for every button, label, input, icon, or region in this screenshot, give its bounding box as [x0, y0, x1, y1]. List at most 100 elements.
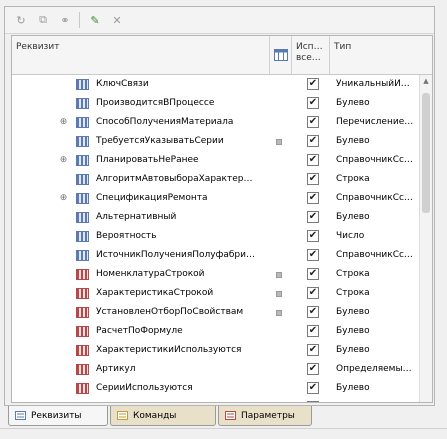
table-row[interactable]: СерииИспользуются ✔ Булево	[12, 379, 432, 398]
use-checkbox[interactable]: ✔	[307, 268, 319, 280]
table-row[interactable]: ИсточникПолученияПолуфабри… ✔ СправочникСс…	[12, 246, 432, 265]
attribute-name: СерииИспользуются	[96, 383, 193, 393]
attribute-type: УникальныйИ…	[336, 79, 410, 89]
attribute-icon	[76, 364, 89, 375]
attribute-icon	[76, 269, 89, 280]
attribute-icon	[76, 307, 89, 318]
attribute-icon	[76, 79, 89, 90]
table-row[interactable]: КлючСвязи ✔ УникальныйИ…	[12, 75, 432, 94]
attribute-name: РасчетПоФормуле	[96, 326, 183, 336]
column-header-use-line2: все…	[296, 53, 321, 63]
use-checkbox[interactable]: ✔	[307, 306, 319, 318]
attribute-type: Булево	[336, 383, 370, 393]
toolbar-separator	[79, 12, 80, 28]
use-checkbox[interactable]: ✔	[307, 97, 319, 109]
table-row[interactable]: ТребуетсяУказыватьСерии ✔ Булево	[12, 132, 432, 151]
table-row[interactable]: УстановленОтборПоСвойствам ✔ Булево	[12, 303, 432, 322]
attributes-table: Реквизит Исп… все… Тип КлючСвязи ✔ Уникаль…	[11, 35, 433, 403]
attribute-icon	[76, 155, 89, 166]
attribute-type: СправочникСс…	[336, 193, 413, 203]
column-header-use-line1: Исп…	[296, 42, 323, 52]
attribute-type: Строка	[336, 269, 370, 279]
table-row[interactable]: ХарактеристикиИспользуются ✔ Булево	[12, 341, 432, 360]
table-row[interactable]: Артикул ✔ Определяемы…	[12, 360, 432, 379]
attribute-name: ПроизводитсяНаСтороне	[96, 398, 282, 402]
attribute-type: Строка	[336, 174, 370, 184]
attribute-type: Строка	[336, 288, 370, 298]
tab-parameters[interactable]: Параметры	[218, 406, 312, 426]
attribute-name: Вероятность	[96, 231, 157, 241]
table-row[interactable]: ⊕ СпецификацияРемонта ✔ СправочникСс…	[12, 189, 432, 208]
table-row[interactable]: АлгоритмАвтовыбораХарактер… ✔ Строка	[12, 170, 432, 189]
use-checkbox[interactable]: ✔	[307, 154, 319, 166]
column-header-type[interactable]: Тип	[330, 36, 432, 74]
copy-icon[interactable]: ⧉	[35, 12, 51, 28]
mark-icon	[276, 291, 282, 297]
attribute-icon	[76, 326, 89, 337]
table-row[interactable]: РасчетПоФормуле ✔ Булево	[12, 322, 432, 341]
expand-icon[interactable]: ⊕	[59, 194, 68, 203]
use-checkbox[interactable]: ✔	[307, 135, 319, 147]
use-checkbox[interactable]: ✔	[307, 287, 319, 299]
attribute-type: Булево	[336, 212, 370, 222]
attribute-type: Булево	[336, 307, 370, 317]
use-checkbox[interactable]: ✔	[307, 211, 319, 223]
use-checkbox[interactable]: ✔	[307, 363, 319, 375]
use-checkbox[interactable]: ✔	[307, 192, 319, 204]
use-checkbox[interactable]: ✔	[307, 116, 319, 128]
use-checkbox[interactable]: ✔	[307, 230, 319, 242]
tab-label: Параметры	[241, 411, 295, 421]
attribute-type: Булево	[336, 326, 370, 336]
column-header-use[interactable]: Исп… все…	[292, 36, 330, 74]
attribute-name: Артикул	[96, 364, 136, 374]
commands-icon	[117, 411, 128, 420]
table-row[interactable]: ПроизводитсяНаСтороне ✔ Булево	[12, 398, 432, 403]
table-row[interactable]: ХарактеристикаСтрокой ✔ Строка	[12, 284, 432, 303]
use-checkbox[interactable]: ✔	[307, 344, 319, 356]
attribute-icon	[76, 402, 89, 403]
attribute-type: СправочникСс…	[336, 155, 413, 165]
table-row[interactable]: НоменклатураСтрокой ✔ Строка	[12, 265, 432, 284]
scroll-up-icon[interactable]: ▲	[422, 77, 430, 85]
pencil-icon[interactable]: ✎	[87, 12, 103, 28]
attribute-name: АлгоритмАвтовыбораХарактер…	[96, 174, 253, 184]
column-header-type-label: Тип	[334, 42, 352, 52]
attribute-type: Определяемы…	[336, 364, 412, 374]
use-checkbox[interactable]: ✔	[307, 382, 319, 394]
use-checkbox[interactable]: ✔	[307, 249, 319, 261]
tab-attributes[interactable]: Реквизиты	[8, 406, 108, 426]
column-header-icon[interactable]	[270, 36, 292, 74]
expand-icon[interactable]: ⊕	[59, 156, 68, 165]
tab-label: Команды	[133, 411, 177, 421]
table-row[interactable]: ⊕ ПланироватьНеРанее ✔ СправочникСс…	[12, 151, 432, 170]
use-checkbox[interactable]: ✔	[307, 325, 319, 337]
table-row[interactable]: Вероятность ✔ Число	[12, 227, 432, 246]
mark-icon	[276, 139, 282, 145]
attribute-type: Булево	[336, 136, 370, 146]
attribute-name: Альтернативный	[96, 212, 177, 222]
use-checkbox[interactable]: ✔	[307, 173, 319, 185]
attribute-icon	[76, 212, 89, 223]
tab-commands[interactable]: Команды	[110, 406, 216, 426]
table-row[interactable]: Альтернативный ✔ Булево	[12, 208, 432, 227]
attribute-type: СправочникСс…	[336, 250, 413, 260]
restore-icon[interactable]: ↻	[13, 12, 29, 28]
attribute-name: ХарактеристикиИспользуются	[96, 345, 242, 355]
use-checkbox[interactable]: ✔	[307, 401, 319, 402]
attribute-name: СпособПолученияМатериала	[96, 117, 234, 127]
expand-icon[interactable]: ⊕	[59, 118, 68, 127]
table-body: КлючСвязи ✔ УникальныйИ… ПроизводитсяВПроце…	[12, 75, 432, 403]
attribute-type: Булево	[336, 398, 420, 402]
attribute-icon	[76, 136, 89, 147]
column-header-attribute[interactable]: Реквизит	[12, 36, 270, 74]
attribute-type: Перечисление…	[336, 117, 414, 127]
attribute-name: НоменклатураСтрокой	[96, 269, 205, 279]
use-checkbox[interactable]: ✔	[307, 78, 319, 90]
vertical-scrollbar[interactable]: ▲	[419, 75, 432, 402]
table-row[interactable]: ⊕ СпособПолученияМатериала ✔ Перечисление…	[12, 113, 432, 132]
toolbar: ↻ ⧉ ⚭ ✎ ✕	[5, 7, 434, 34]
scrollbar-thumb[interactable]	[422, 93, 430, 213]
close-icon[interactable]: ✕	[109, 12, 125, 28]
link-icon[interactable]: ⚭	[57, 12, 73, 28]
table-row[interactable]: ПроизводитсяВПроцессе ✔ Булево	[12, 94, 432, 113]
